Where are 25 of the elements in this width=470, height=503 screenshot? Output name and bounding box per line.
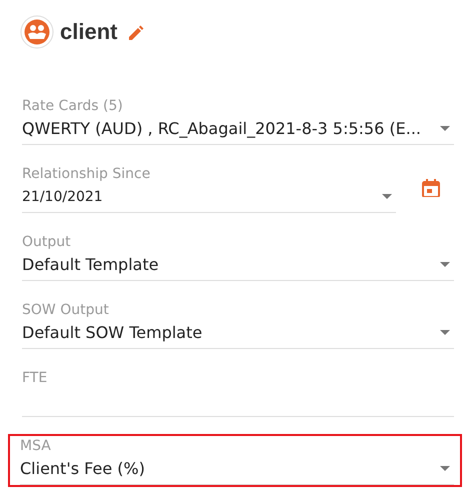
field-value: Default SOW Template	[22, 323, 202, 342]
caret-icon	[440, 466, 450, 471]
client-title: client	[60, 19, 118, 45]
field-label: Rate Cards (5)	[22, 96, 124, 116]
caret-icon	[440, 126, 450, 131]
dropdown-field[interactable]: Rate Cards (5) QWERTY (AUD) , RC_Abagail_2021-8-3 5:5:56 (E...	[22, 96, 454, 144]
field-value: Default Template	[22, 255, 159, 274]
field-label: MSA	[20, 436, 52, 456]
field-label: SOW Output	[22, 300, 110, 320]
field-value: 21/10/2021	[22, 188, 103, 204]
dropdown-field[interactable]: MSA Client's Fee (%)	[20, 436, 454, 484]
caret-icon	[440, 330, 450, 335]
caret-icon	[440, 262, 450, 267]
field-label: FTE	[22, 368, 48, 388]
dropdown-field[interactable]: SOW Output Default SOW Template	[22, 300, 454, 348]
edit-icon[interactable]	[127, 24, 144, 40]
dropdown-field[interactable]: Output Default Template	[22, 232, 454, 280]
field-label: Output	[22, 232, 72, 252]
field-value: QWERTY (AUD) , RC_Abagail_2021-8-3 5:5:56 (E...	[22, 119, 421, 138]
date-field[interactable]: Relationship Since 21/10/2021	[22, 164, 396, 212]
field-value: Client's Fee (%)	[20, 459, 145, 478]
client-avatar-icon	[20, 15, 54, 49]
caret-icon	[382, 194, 392, 199]
field-label: Relationship Since	[22, 164, 152, 184]
calendar-icon[interactable]	[422, 179, 440, 197]
